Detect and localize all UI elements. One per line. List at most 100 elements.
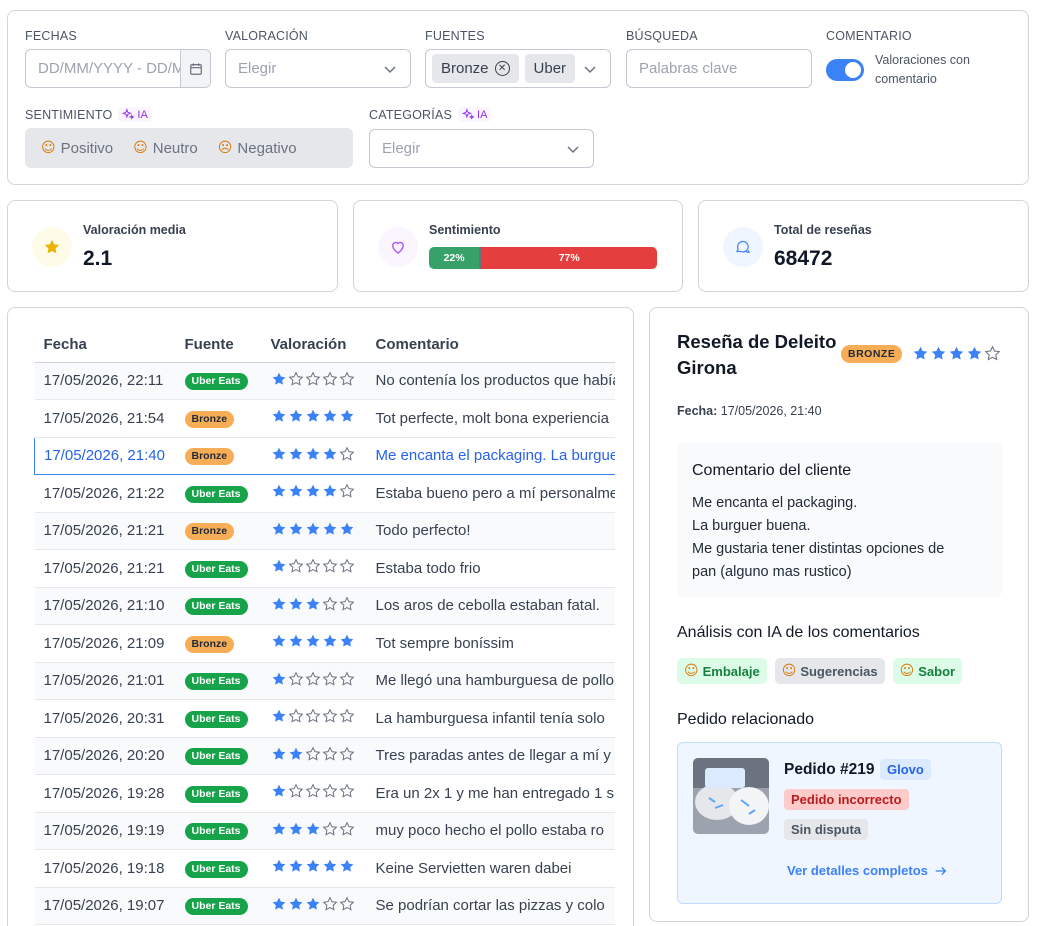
- toggle-text-line: Valoraciones con: [875, 53, 970, 67]
- cell-fecha: 17/05/2026, 20:31: [34, 699, 176, 738]
- table-row[interactable]: 17/05/2026, 20:31 Uber Eats La hamburguesa…: [34, 699, 615, 738]
- cell-comentario: No contenía los productos que había pedi…: [366, 362, 615, 400]
- star-filled-icon: [306, 634, 319, 647]
- chevron-down-icon: [584, 65, 596, 73]
- col-header-valoracion[interactable]: Valoración: [261, 328, 367, 363]
- review-date: Fecha: 17/05/2026, 21:40: [677, 404, 822, 418]
- star-filled-icon: [272, 859, 285, 872]
- negative-pct: 77%: [558, 252, 580, 264]
- remove-tag-icon[interactable]: ✕: [494, 61, 510, 76]
- calendar-icon[interactable]: [180, 50, 210, 87]
- star-filled-icon: [289, 747, 302, 760]
- table-row[interactable]: 17/05/2026, 21:21 Uber Eats Estaba todo fr…: [34, 549, 615, 588]
- table-row[interactable]: 17/05/2026, 21:22 Uber Eats Estaba bueno p…: [34, 474, 615, 513]
- source-badge: Bronze: [184, 410, 235, 428]
- table-row[interactable]: 17/05/2026, 21:40 Bronze Me encanta el pac…: [34, 436, 615, 475]
- table-row[interactable]: 17/05/2026, 20:20 Uber Eats Tres paradas a…: [34, 737, 615, 775]
- order-details-link[interactable]: Ver detalles completos: [787, 863, 948, 878]
- categorias-label-text: CATEGORÍAS: [369, 107, 453, 122]
- search-input[interactable]: Palabras clave: [626, 49, 812, 88]
- cell-fecha: 17/05/2026, 19:28: [34, 774, 176, 813]
- star-empty-icon: [339, 671, 354, 686]
- chip-sabor: ☺ Sabor: [892, 658, 963, 684]
- table-row[interactable]: 17/05/2026, 21:54 Bronze Tot perfecte, mol…: [34, 399, 615, 438]
- sentiment-segmented: ☺ Positivo ☺ Neutro ☹ Negativo: [25, 128, 353, 168]
- table-row[interactable]: 17/05/2026, 19:28 Uber Eats Era un 2x 1 y …: [34, 774, 615, 813]
- sentiment-option-positivo[interactable]: ☺ Positivo: [31, 140, 123, 157]
- table-row[interactable]: 17/05/2026, 19:18 Uber Eats Keine Serviett…: [34, 849, 615, 888]
- stat-rating-card: Valoración media 2.1: [7, 200, 338, 292]
- cell-comentario: Se podrían cortar las pizzas y colo: [366, 887, 615, 925]
- cell-comentario: La hamburguesa infantil tenía solo: [366, 699, 615, 738]
- star-icon: [32, 227, 72, 267]
- source-badge: Uber Eats: [184, 485, 248, 503]
- ai-analysis-title: Análisis con IA de los comentarios: [677, 624, 920, 641]
- table-row[interactable]: 17/05/2026, 21:09 Bronze Tot sempre boníss…: [34, 624, 615, 663]
- sparkles-icon: [122, 108, 136, 120]
- rating-stars: [271, 671, 355, 687]
- valoracion-select[interactable]: Elegir: [225, 49, 411, 88]
- rating-stars: [271, 558, 355, 574]
- frown-icon: ☹: [217, 140, 233, 156]
- star-empty-icon: [288, 708, 303, 723]
- col-header-fuente[interactable]: Fuente: [175, 328, 262, 363]
- cell-comentario: Todo perfecto!: [366, 512, 615, 550]
- star-filled-icon: [289, 597, 302, 610]
- star-empty-icon: [305, 746, 320, 761]
- reviews-table-scroll[interactable]: Fecha Fuente Valoración Comentario 17/05…: [34, 328, 615, 925]
- table-row[interactable]: 17/05/2026, 22:11 Uber Eats No contenía lo…: [34, 362, 615, 400]
- smile-icon: ☺: [41, 140, 56, 156]
- neutral-face-icon: ☺: [133, 140, 148, 156]
- source-badge: Uber Eats: [184, 785, 248, 803]
- comment-toggle-label: Valoraciones con comentario: [875, 51, 970, 89]
- cell-fuente: Uber Eats: [175, 849, 262, 888]
- star-filled-icon: [306, 409, 319, 422]
- star-filled-icon: [289, 409, 302, 422]
- rating-stars: [271, 708, 355, 724]
- cell-valoracion: [261, 587, 367, 625]
- rating-stars: [271, 596, 355, 612]
- cell-valoracion: [261, 662, 367, 700]
- star-filled-icon: [931, 346, 946, 360]
- review-title: Reseña de Deleito Girona: [677, 331, 837, 378]
- col-header-fecha[interactable]: Fecha: [34, 328, 176, 363]
- table-row[interactable]: 17/05/2026, 21:01 Uber Eats Me llegó una h…: [34, 662, 615, 700]
- sentiment-option-neutro[interactable]: ☺ Neutro: [123, 140, 208, 157]
- star-filled-icon: [323, 859, 336, 872]
- table-row[interactable]: 17/05/2026, 21:21 Bronze Todo perfecto!: [34, 512, 615, 550]
- table-row[interactable]: 17/05/2026, 21:10 Uber Eats Los aros de ce…: [34, 587, 615, 625]
- reviews-table-card: Fecha Fuente Valoración Comentario 17/05…: [7, 307, 634, 926]
- fuentes-select[interactable]: Bronze ✕ Uber: [425, 49, 611, 88]
- categorias-select[interactable]: Elegir: [369, 129, 594, 168]
- cell-fuente: Uber Eats: [175, 474, 262, 513]
- source-badge: Bronze: [184, 523, 235, 541]
- rating-stars: [271, 858, 355, 874]
- cell-comentario: Estaba bueno pero a mí personalmente: [366, 474, 615, 513]
- date-range-input[interactable]: DD/MM/YYYY - DD/MM/YYYY: [25, 49, 211, 88]
- reviews-table: Fecha Fuente Valoración Comentario 17/05…: [34, 328, 615, 925]
- sentiment-option-negativo[interactable]: ☹ Negativo: [208, 140, 307, 157]
- col-header-comentario[interactable]: Comentario: [366, 328, 615, 363]
- categorias-placeholder: Elegir: [382, 140, 421, 157]
- star-filled-icon: [289, 897, 302, 910]
- cell-valoracion: [261, 812, 367, 850]
- table-row[interactable]: 17/05/2026, 19:19 Uber Eats muy poco hecho…: [34, 812, 615, 850]
- star-empty-icon: [339, 596, 354, 611]
- related-order-card[interactable]: Pedido #219 Glovo Pedido incorrecto Sin …: [677, 742, 1002, 904]
- rating-stars: [271, 521, 355, 537]
- cell-fuente: Bronze: [175, 512, 262, 550]
- star-filled-icon: [289, 522, 302, 535]
- cell-comentario: Estaba todo frio: [366, 549, 615, 588]
- star-filled-icon: [272, 372, 285, 385]
- table-row[interactable]: 17/05/2026, 19:07 Uber Eats Se podrían cor…: [34, 887, 615, 925]
- star-filled-icon: [272, 897, 285, 910]
- star-filled-icon: [306, 822, 319, 835]
- ai-category-chips: ☺ Embalaje ☺ Sugerencias ☺ Sabor: [677, 658, 963, 684]
- star-empty-icon: [305, 671, 320, 686]
- cell-valoracion: [261, 436, 367, 475]
- star-filled-icon: [340, 634, 353, 647]
- rating-stars: [271, 408, 355, 424]
- comment-toggle[interactable]: [826, 59, 864, 81]
- star-empty-icon: [339, 371, 354, 386]
- star-empty-icon: [322, 708, 337, 723]
